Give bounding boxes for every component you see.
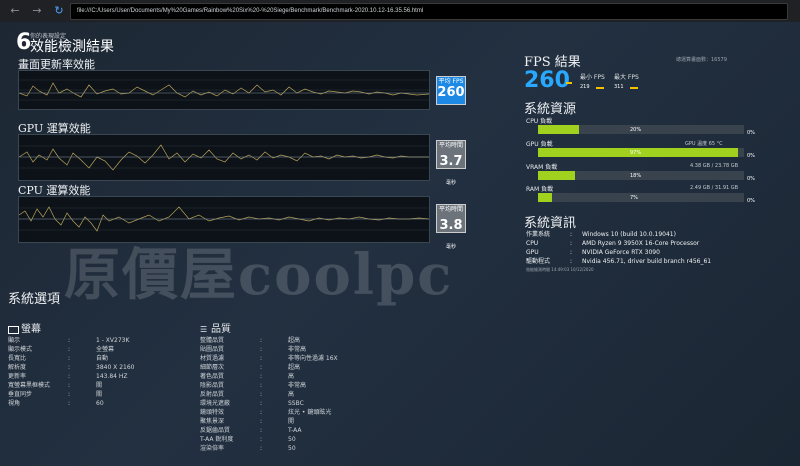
fps-max-label: 最大 FPS (614, 74, 639, 81)
option-row: 鏡頭特效: 炫光 • 鏡頭眩光 (200, 409, 332, 416)
option-row: 顯示模式: 全螢幕 (8, 346, 115, 353)
option-row: 聚焦景深: 開 (200, 418, 295, 425)
option-row: 渲染倍率:50 (200, 445, 296, 452)
gpu-temp: GPU 溫度 65 °C (685, 141, 723, 147)
quality-options: 整體品質: 超高 貼圖品質: 非常高 材質過濾: 非等向性過濾 16X 細節層次: 超高… (200, 336, 400, 453)
cpu-time-label: 平均時間 (438, 206, 463, 213)
sysinfo-row: CPU: AMD Ryzen 9 3950X 16-Core Processor (526, 240, 700, 247)
option-row: 反鋸齒品質: T-AA (200, 427, 302, 434)
back-icon[interactable]: ← (8, 4, 22, 18)
quality-section-title: ☰ 品質 (200, 324, 231, 335)
sysinfo-row: GPU: NVIDIA GeForce RTX 3090 (526, 249, 660, 256)
gpu-time-value: 3.7 (439, 154, 463, 169)
avg-fps-value: 260 (437, 85, 465, 100)
vram-load-label: VRAM 負載 (526, 164, 558, 171)
option-row: 貼圖品質: 非常高 (200, 346, 307, 353)
cpu-chart-svg (19, 206, 429, 232)
option-row: 解析度:3840 X 2160 (8, 364, 135, 371)
cpu-load-pct: 20% (630, 127, 642, 133)
fps-avg-marker (566, 82, 572, 84)
option-row: T-AA 銳利度:50 (200, 436, 296, 443)
cpu-load-label: CPU 負載 (526, 118, 553, 125)
fps-max-marker (630, 87, 638, 89)
option-row: 寬螢幕黑框模式: 關 (8, 382, 103, 389)
browser-toolbar: ← → ↻ ⌂ file:///C:/Users/User/Documents/… (0, 0, 800, 22)
fps-chart-svg (19, 79, 429, 101)
option-row: 視角:60 (8, 400, 104, 407)
avg-fps-box: 平均 FPS 260 (436, 76, 466, 105)
page-title: 效能檢測結果 (30, 39, 114, 55)
ram-load-fill (538, 193, 553, 202)
fps-min-label: 最小 FPS (580, 74, 605, 81)
resources-title: 系統資源 (524, 102, 577, 117)
option-row: 著色品質: 高 (200, 373, 295, 380)
gpu-chart (18, 134, 430, 181)
gpu-time-unit: 毫秒 (445, 180, 456, 186)
fps-max-value: 311 (614, 84, 624, 90)
option-row: 細節層次: 超高 (200, 364, 301, 371)
gpu-load-label: GPU 負載 (526, 141, 553, 148)
cpu-load-end: 0% (747, 130, 755, 136)
option-row: 反射品質: 高 (200, 391, 295, 398)
ram-load-end: 0% (747, 198, 755, 204)
gpu-chart-svg (19, 144, 429, 171)
benchmark-time: 效能檢測時間 14:49:03 10/12/2020 (526, 267, 594, 272)
vram-load-pct: 18% (630, 173, 642, 179)
cpu-time-unit: 毫秒 (445, 244, 456, 250)
fps-min-marker (596, 87, 604, 89)
option-row: 材質過濾: 非等向性過濾 16X (200, 355, 338, 362)
cpu-time-value: 3.8 (439, 218, 463, 233)
fps-avg-value: 260 (524, 68, 570, 93)
gpu-load-pct: 97% (630, 150, 642, 156)
vram-load-end: 0% (747, 176, 755, 182)
forward-icon[interactable]: → (30, 4, 44, 18)
sysinfo-row: 作業系統: Windows 10 (build 10.0.19041) (526, 231, 676, 238)
gpu-time-label: 平均時間 (438, 142, 463, 149)
display-section-title: 螢幕 (8, 320, 41, 335)
option-row: 垂直同步: 關 (8, 391, 103, 398)
vram-usage: 4.38 GB / 23.78 GB (690, 163, 739, 169)
cpu-load-fill (538, 125, 580, 134)
sysinfo-title: 系統資訊 (524, 216, 577, 231)
ram-load-label: RAM 負載 (526, 186, 554, 193)
ram-usage: 2.49 GB / 31.91 GB (690, 185, 739, 191)
sliders-icon: ☰ (200, 325, 208, 334)
option-row: 長寬比: 自動 (8, 355, 109, 362)
option-row: 整體品質: 超高 (200, 337, 301, 344)
total-frames: 總運算畫面數：16579 (676, 57, 727, 63)
display-options: 顯示:1 - XV273K 顯示模式: 全螢幕 長寬比: 自動 解析度:3840 X… (8, 336, 168, 408)
sysinfo-table: 作業系統: Windows 10 (build 10.0.19041) CPU: A… (526, 230, 786, 273)
gpu-load-end: 0% (747, 153, 755, 159)
fps-chart (18, 70, 430, 110)
ram-load-bar (538, 193, 744, 202)
address-bar[interactable]: file:///C:/Users/User/Documents/My%20Gam… (70, 3, 788, 20)
ram-load-pct: 7% (630, 195, 638, 201)
benchmark-page: 原價屋coolpc 6 你的表現設定 效能檢測結果 畫面更新率效能 平均 FPS… (0, 22, 800, 466)
gpu-time-box: 平均時間 3.7 毫秒 (436, 140, 466, 186)
gpu-chart-line (19, 144, 429, 171)
option-row: 環境光遮蔽: SSBC (200, 400, 304, 407)
option-row: 顯示:1 - XV273K (8, 337, 130, 344)
option-row: 更新率:143.84 HZ (8, 373, 128, 380)
vram-load-fill (538, 171, 576, 180)
options-title: 系統選項 (8, 292, 61, 307)
reload-icon[interactable]: ↻ (52, 4, 66, 18)
cpu-chart (18, 196, 430, 243)
cpu-time-box: 平均時間 3.8 毫秒 (436, 204, 466, 250)
sysinfo-row: 驅動程式: Nvidia 456.71, driver build branch … (526, 258, 712, 265)
fps-min-value: 219 (580, 84, 590, 90)
monitor-icon (8, 325, 19, 334)
option-row: 陰影品質: 非常高 (200, 382, 307, 389)
